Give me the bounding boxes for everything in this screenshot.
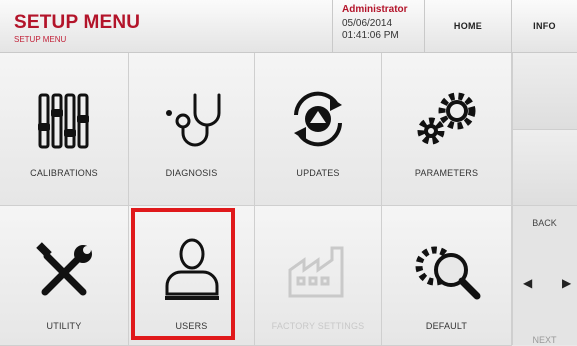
updates-label: UPDATES [296,168,340,178]
sliders-icon [38,93,89,149]
factory-settings-tile: FACTORY SETTINGS [255,206,382,346]
diagnosis-tile[interactable]: DIAGNOSIS [129,53,255,206]
current-time: 01:41:06 PM [342,30,399,41]
next-button[interactable]: NEXT [512,335,577,345]
parameters-label: PARAMETERS [414,168,479,178]
page-nav-column [512,53,577,345]
users-tile[interactable]: USERS [129,206,255,346]
current-user: Administrator [342,4,408,15]
nav-empty-cell [513,130,577,206]
user-icon [164,238,219,300]
stethoscope-icon [165,93,220,147]
back-button[interactable]: BACK [512,218,577,228]
chevron-right-icon[interactable]: ▶ [562,276,571,290]
parameters-tile[interactable]: PARAMETERS [382,53,512,206]
updates-tile[interactable]: UPDATES [255,53,382,206]
current-date: 05/06/2014 [342,18,393,29]
page-title: SETUP MENU [14,12,141,33]
title-block: SETUP MENU SETUP MENU [14,12,140,44]
factory-icon [288,246,344,298]
default-tile[interactable]: DEFAULT [382,206,512,346]
gear-search-icon [415,246,480,300]
header-bar: SETUP MENU SETUP MENU Administrator 05/0… [0,0,577,53]
info-button[interactable]: INFO [512,0,577,52]
tools-icon [36,242,92,296]
gears-icon [417,92,475,145]
header-divider [332,0,333,52]
user-info: Administrator 05/06/2014 01:41:06 PM [342,4,408,42]
factory-settings-label: FACTORY SETTINGS [271,321,365,331]
diagnosis-label: DIAGNOSIS [165,168,218,178]
utility-label: UTILITY [46,321,82,331]
default-label: DEFAULT [425,321,468,331]
chevron-left-icon[interactable]: ◀ [523,276,532,290]
users-label: USERS [175,321,208,331]
nav-empty-cell [513,53,577,130]
home-button[interactable]: HOME [425,0,511,52]
calibrations-label: CALIBRATIONS [30,168,98,178]
calibrations-tile[interactable]: CALIBRATIONS [0,53,129,206]
setup-menu-screen: SETUP MENU SETUP MENU Administrator 05/0… [0,0,577,346]
globe-refresh-icon [294,91,342,147]
utility-tile[interactable]: UTILITY [0,206,129,346]
breadcrumb: SETUP MENU [14,35,67,44]
